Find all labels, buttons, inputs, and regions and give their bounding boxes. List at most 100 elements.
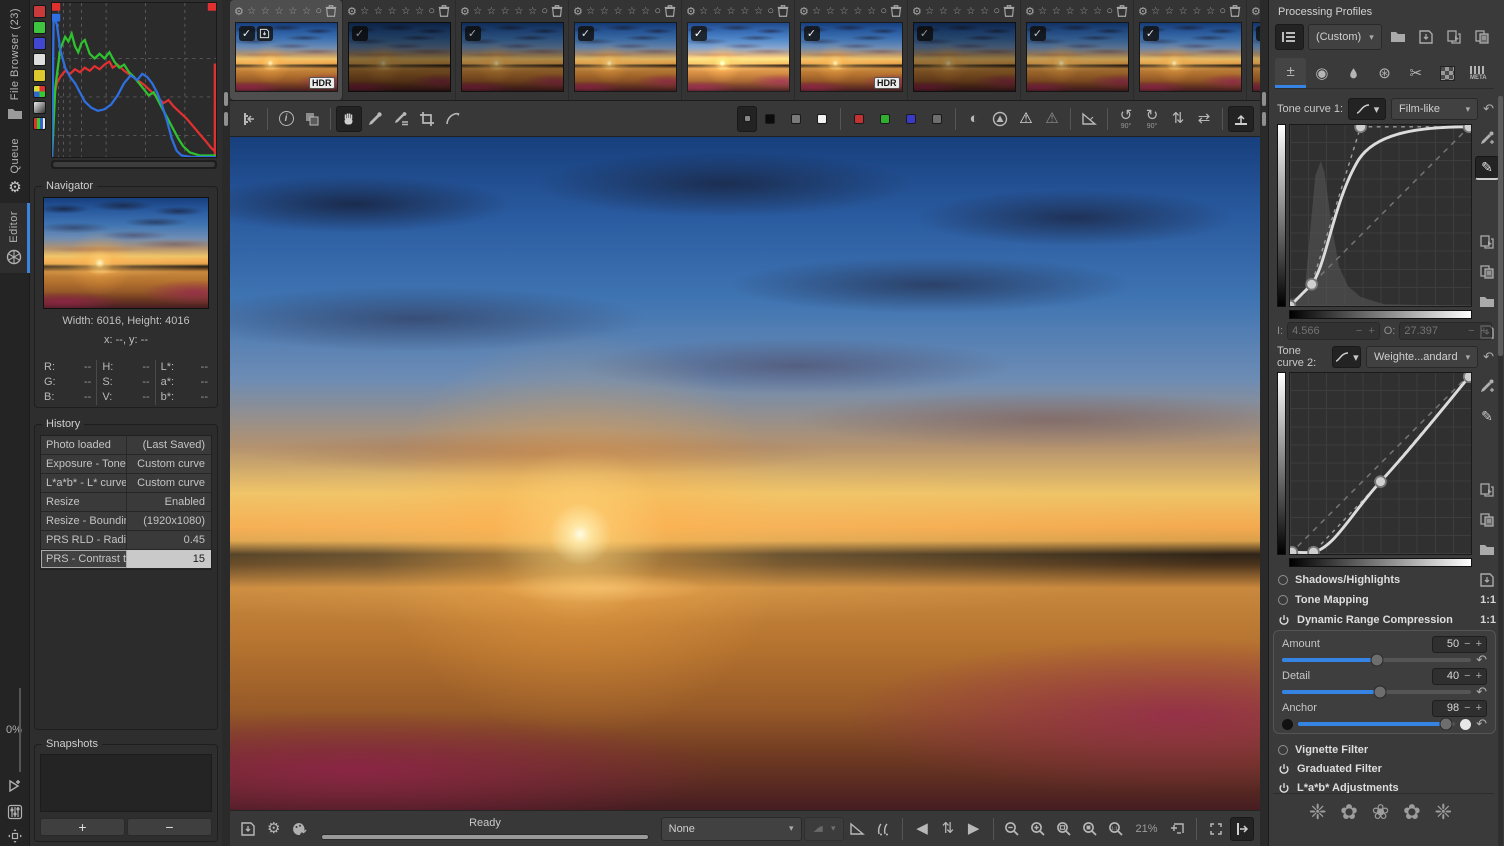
thumbnail-image[interactable]: ✓ [573,22,677,92]
tone-curve-2-editor[interactable] [1277,372,1477,568]
star-rating[interactable]: ☆ ☆ ☆ ☆ ☆ [1150,6,1217,17]
sync-filmstrip-button[interactable]: ⇅ [936,817,960,841]
filmstrip-thumbnail[interactable]: ⚙ ☆ ☆ ☆ ☆ ☆ ○ ✓ [569,0,682,100]
history-row[interactable]: Resize Enabled [41,493,211,512]
curve-mode-1-select[interactable]: Film-like ▾ [1391,98,1479,120]
edit-curve-pencil-icon[interactable]: ✎ [1475,404,1499,428]
star-rating[interactable]: ☆ ☆ ☆ ☆ ☆ [1037,6,1104,17]
expander-graduated-filter[interactable]: Graduated Filter [1269,759,1496,779]
histogram-scope-toggle[interactable] [33,117,46,130]
main-image-canvas[interactable] [230,137,1260,810]
detail-slider[interactable]: ↶ [1282,684,1487,699]
crop-guide-button[interactable] [1076,106,1102,132]
tab-color[interactable] [1338,58,1369,88]
paste-profile-button[interactable] [1470,25,1494,50]
channel-blue-button[interactable] [898,106,924,132]
filmstrip-thumbnail[interactable]: ⚙ ✓ [1247,0,1260,100]
add-snapshot-button[interactable]: + [40,818,125,836]
fullscreen-button[interactable] [1204,817,1228,841]
tab-queue[interactable]: Queue ⚙ [0,130,30,203]
thumbnail-image[interactable]: ✓ [460,22,564,92]
apply-profile-icon[interactable]: ⚙ [573,5,583,18]
trash-icon[interactable] [324,4,338,18]
apply-profile-icon[interactable]: ⚙ [799,5,809,18]
trash-icon[interactable] [776,4,790,18]
trash-icon[interactable] [889,4,903,18]
highlight-clipping-button[interactable]: ⚠ [1013,106,1039,132]
histogram-rgb-mode-toggle[interactable] [33,85,46,98]
filmstrip-thumbnail[interactable]: ⚙ ☆ ☆ ☆ ☆ ☆ ○ ✓ [908,0,1021,100]
trash-icon[interactable] [663,4,677,18]
channel-red-button[interactable] [846,106,872,132]
copy-profile-button[interactable] [1442,25,1466,50]
thumb-size-slider[interactable] [19,688,21,772]
color-label-icon[interactable]: ○ [654,5,661,17]
save-profile-button[interactable] [1414,25,1438,50]
trash-icon[interactable] [550,4,564,18]
filmstrip-thumbnail[interactable]: ⚙ ☆ ☆ ☆ ☆ ☆ ○ ✓ [456,0,569,100]
curve-mode-2-select[interactable]: Weighte...andard ▾ [1365,346,1479,368]
channel-luminosity-button[interactable] [924,106,950,132]
thumbnail-image[interactable]: ✓ [347,22,451,92]
reset-icon[interactable]: ↶ [1483,349,1494,365]
apply-profile-icon[interactable]: ⚙ [460,5,470,18]
trash-icon[interactable] [437,4,451,18]
histogram-scale-scrollbar[interactable] [51,160,217,169]
profile-list-button[interactable] [1275,24,1304,50]
edit-curve-pencil-icon[interactable]: ✎ [1475,156,1499,180]
apply-profile-icon[interactable]: ⚙ [912,5,922,18]
star-rating[interactable]: ☆ ☆ ☆ ☆ ☆ [811,6,878,17]
history-row[interactable]: Exposure - Tone c...Custom curve [41,455,211,474]
expander-drc[interactable]: Dynamic Range Compression 1:1 [1269,610,1496,630]
reset-icon[interactable]: ↶ [1476,652,1487,668]
color-label-icon[interactable]: ○ [428,5,435,17]
star-rating[interactable]: ☆ ☆ ☆ ☆ ☆ [698,6,765,17]
enable-toggle-icon[interactable] [1278,745,1288,755]
tool-panel-scrollbar[interactable] [1498,96,1503,846]
next-image-button[interactable]: ▶ [962,817,986,841]
zoom-out-button[interactable] [1001,817,1025,841]
zoom-fit-crop-button[interactable] [1078,817,1102,841]
amount-slider[interactable]: ↶ [1282,652,1487,668]
thumbnail-image[interactable]: ✓ [912,22,1016,92]
histogram-blue-toggle[interactable] [33,37,46,50]
fast-export-options-icon[interactable] [3,800,27,824]
soft-proof-gamut-button[interactable] [846,817,870,841]
histogram-luminosity-toggle[interactable] [33,53,46,66]
image-info-button[interactable]: i [273,106,299,132]
edit-pipette-icon[interactable] [1475,374,1499,398]
flip-vertical-button[interactable]: ⇅ [1165,106,1191,132]
add-to-queue-icon[interactable]: ⚙ [262,817,286,841]
history-row[interactable]: PRS RLD - Radius0.45 [41,531,211,550]
apply-profile-icon[interactable]: ⚙ [347,5,357,18]
star-rating[interactable]: ☆ ☆ ☆ ☆ ☆ [924,6,991,17]
filmstrip-panel-toggle-button[interactable] [1230,816,1254,841]
anchor-spinner[interactable]: 98− + [1432,699,1487,717]
tab-raw[interactable] [1431,58,1462,88]
hide-left-panel-button[interactable] [236,106,262,132]
histogram-chroma-toggle[interactable] [33,69,46,82]
left-splitter[interactable] [222,0,230,846]
navigation-move-icon[interactable] [3,824,27,846]
filmstrip-thumbnail[interactable]: ⚙ ☆ ☆ ☆ ☆ ☆ ○ ✓ [682,0,795,100]
filmstrip-thumbnail[interactable]: ⚙ ☆ ☆ ☆ ☆ ☆ ○ ✓ [1134,0,1247,100]
new-detail-window-button[interactable] [1166,817,1190,841]
enable-toggle-icon[interactable] [1278,595,1288,605]
zoom-in-button[interactable] [1026,817,1050,841]
apply-profile-icon[interactable]: ⚙ [234,5,244,18]
thumbnail-image[interactable]: ✓ [1025,22,1129,92]
color-label-icon[interactable]: ○ [1106,5,1113,17]
soft-proofing-select[interactable]: ▾ [803,816,844,841]
thumbnail-image[interactable]: ✓ HDR [234,22,338,92]
tab-exposure[interactable]: ± [1275,58,1307,88]
navigator-preview[interactable] [43,197,209,309]
show-filmstrip-toggle-button[interactable] [1228,105,1254,132]
rotate-right-90-button[interactable]: ↻ 90° [1139,106,1165,132]
background-white-button[interactable] [809,106,835,132]
remove-snapshot-button[interactable]: − [127,818,212,836]
shadow-clipping-button[interactable]: ⚠ [1039,106,1065,132]
load-curve-folder-icon[interactable] [1475,290,1499,314]
history-row[interactable]: L*a*b* - L* curve Custom curve [41,474,211,493]
copy-curve-icon[interactable] [1475,230,1499,254]
anchor-slider[interactable]: ↶ [1282,716,1487,731]
